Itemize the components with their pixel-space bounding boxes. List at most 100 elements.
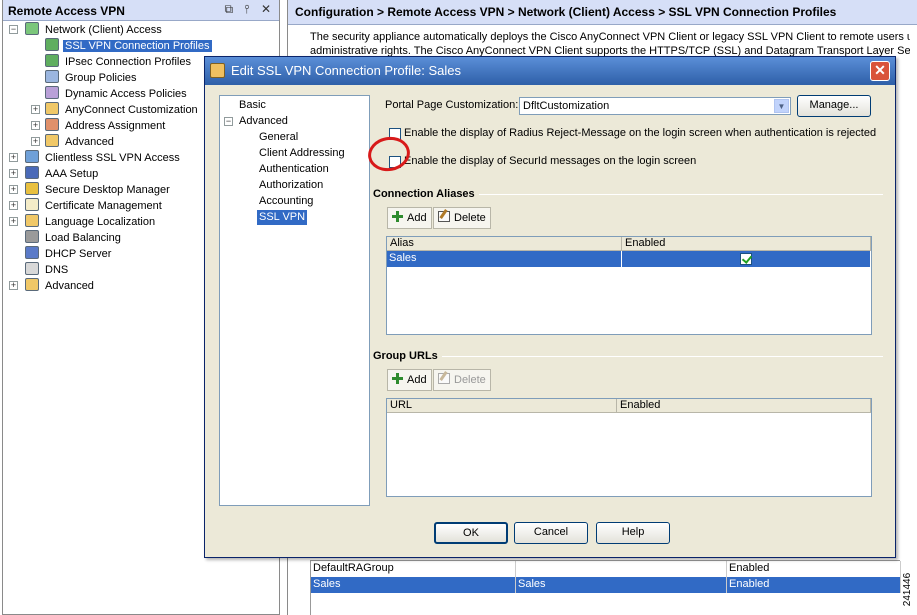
add-icon bbox=[392, 211, 403, 222]
dynamic-access-icon bbox=[45, 86, 59, 99]
delete-url-label: Delete bbox=[454, 374, 486, 386]
nav-item-advanced-client[interactable]: Advanced bbox=[45, 134, 116, 150]
chevron-down-icon[interactable]: ▼ bbox=[774, 99, 789, 113]
expand-advanced-client[interactable]: + bbox=[31, 137, 40, 146]
close-icon[interactable]: ✕ bbox=[261, 2, 271, 16]
column-header-url[interactable]: URL bbox=[387, 399, 617, 413]
dialog-nav-ssl-vpn[interactable]: SSL VPN bbox=[257, 210, 308, 225]
expand-clientless-ssl-vpn[interactable]: + bbox=[9, 153, 18, 162]
nav-item-ipsec-connection-profiles[interactable]: IPsec Connection Profiles bbox=[45, 54, 193, 70]
nav-item-advanced[interactable]: Advanced bbox=[25, 278, 96, 294]
language-icon bbox=[25, 214, 39, 227]
nav-item-language-localization[interactable]: Language Localization bbox=[25, 214, 157, 230]
radius-reject-checkbox-label: Enable the display of Radius Reject-Mess… bbox=[404, 127, 877, 139]
lock-icon bbox=[25, 182, 39, 195]
cancel-button[interactable]: Cancel bbox=[514, 522, 588, 544]
page-description: The security appliance automatically dep… bbox=[310, 30, 910, 58]
nav-item-address-assignment[interactable]: Address Assignment bbox=[45, 118, 167, 134]
portal-customization-value: DfltCustomization bbox=[523, 100, 610, 112]
nav-item-ssl-vpn-connection-profiles[interactable]: SSL VPN Connection Profiles bbox=[45, 38, 212, 54]
column-header-alias[interactable]: Alias bbox=[387, 237, 622, 251]
securid-checkbox-label: Enable the display of SecurId messages o… bbox=[404, 155, 697, 167]
advanced-icon bbox=[45, 134, 59, 147]
nav-item-secure-desktop-manager[interactable]: Secure Desktop Manager bbox=[25, 182, 172, 198]
restore-icon[interactable]: ⧉ bbox=[224, 2, 233, 16]
enabled-checkbox[interactable] bbox=[740, 253, 752, 265]
group-urls-table: URL Enabled bbox=[386, 398, 872, 497]
expand-language-localization[interactable]: + bbox=[9, 217, 18, 226]
portal-customization-select[interactable]: DfltCustomization ▼ bbox=[519, 97, 791, 115]
connection-profiles-table: DefaultRAGroup Enabled Sales Sales Enabl… bbox=[310, 560, 901, 615]
nav-item-dhcp-server[interactable]: DHCP Server bbox=[25, 246, 113, 262]
expand-aaa-setup[interactable]: + bbox=[9, 169, 18, 178]
network-access-icon bbox=[25, 22, 39, 35]
dialog-titlebar[interactable]: Edit SSL VPN Connection Profile: Sales ✕ bbox=[205, 57, 895, 85]
nav-item-load-balancing[interactable]: Load Balancing bbox=[25, 230, 123, 246]
dialog-nav-client-addressing[interactable]: Client Addressing bbox=[257, 146, 347, 161]
nav-item-dns[interactable]: DNS bbox=[25, 262, 70, 278]
add-url-button[interactable]: Add bbox=[387, 369, 432, 391]
address-assignment-icon bbox=[45, 118, 59, 131]
help-button[interactable]: Help bbox=[596, 522, 670, 544]
dhcp-icon bbox=[25, 246, 39, 259]
manage-button[interactable]: Manage... bbox=[797, 95, 871, 117]
profile-name-cell: Sales bbox=[311, 577, 516, 593]
dialog-app-icon bbox=[210, 63, 225, 78]
table-row[interactable]: Sales Sales Enabled bbox=[311, 577, 901, 593]
nav-item-dynamic-access-policies[interactable]: Dynamic Access Policies bbox=[45, 86, 189, 102]
profile-enabled-cell: Enabled bbox=[727, 561, 901, 577]
collapse-advanced[interactable]: − bbox=[224, 117, 233, 126]
add-alias-label: Add bbox=[407, 212, 427, 224]
group-divider bbox=[441, 356, 883, 357]
delete-url-button[interactable]: Delete bbox=[433, 369, 491, 391]
add-url-label: Add bbox=[407, 374, 427, 386]
aaa-icon bbox=[25, 166, 39, 179]
edit-connection-profile-dialog: Edit SSL VPN Connection Profile: Sales ✕… bbox=[204, 56, 896, 558]
column-header-enabled[interactable]: Enabled bbox=[617, 399, 871, 413]
profile-name-cell: DefaultRAGroup bbox=[311, 561, 516, 577]
nav-item-network-client-access[interactable]: Network (Client) Access bbox=[25, 22, 164, 38]
clientless-icon bbox=[25, 150, 39, 163]
nav-item-group-policies[interactable]: Group Policies bbox=[45, 70, 139, 86]
add-alias-button[interactable]: Add bbox=[387, 207, 432, 229]
dialog-nav-authorization[interactable]: Authorization bbox=[257, 178, 325, 193]
dialog-nav-advanced[interactable]: Advanced bbox=[237, 114, 290, 129]
expand-certificate-management[interactable]: + bbox=[9, 201, 18, 210]
figure-number: 241446 bbox=[902, 570, 915, 610]
dns-icon bbox=[25, 262, 39, 275]
delete-alias-label: Delete bbox=[454, 212, 486, 224]
dialog-nav-authentication[interactable]: Authentication bbox=[257, 162, 331, 177]
figure-number-label: 241446 bbox=[902, 572, 914, 607]
profile-aliases-cell bbox=[516, 561, 727, 577]
certificate-icon bbox=[25, 198, 39, 211]
portal-customization-label: Portal Page Customization: bbox=[385, 99, 519, 111]
table-row[interactable]: DefaultRAGroup Enabled bbox=[311, 561, 901, 577]
profile-enabled-cell: Enabled bbox=[727, 577, 901, 593]
delete-alias-button[interactable]: Delete bbox=[433, 207, 491, 229]
dialog-navigation-tree: Basic − Advanced General Client Addressi… bbox=[219, 95, 370, 506]
nav-item-aaa-setup[interactable]: AAA Setup bbox=[25, 166, 100, 182]
table-row[interactable]: Sales bbox=[387, 251, 871, 267]
connection-profiles-icon bbox=[45, 54, 59, 67]
dialog-nav-accounting[interactable]: Accounting bbox=[257, 194, 315, 209]
connection-aliases-table: Alias Enabled Sales bbox=[386, 236, 872, 335]
close-icon[interactable]: ✕ bbox=[870, 61, 890, 81]
advanced-icon bbox=[25, 278, 39, 291]
add-icon bbox=[392, 373, 403, 384]
ok-button[interactable]: OK bbox=[434, 522, 508, 544]
pin-icon[interactable]: ⫯ bbox=[244, 2, 249, 16]
collapse-network-access[interactable]: − bbox=[9, 25, 18, 34]
expand-address-assignment[interactable]: + bbox=[31, 121, 40, 130]
description-line: The security appliance automatically dep… bbox=[310, 31, 910, 43]
expand-secure-desktop-manager[interactable]: + bbox=[9, 185, 18, 194]
dialog-title: Edit SSL VPN Connection Profile: Sales bbox=[231, 63, 462, 78]
expand-anyconnect-customization[interactable]: + bbox=[31, 105, 40, 114]
nav-item-anyconnect-customization[interactable]: AnyConnect Customization bbox=[45, 102, 200, 118]
group-policies-icon bbox=[45, 70, 59, 83]
column-header-enabled[interactable]: Enabled bbox=[622, 237, 871, 251]
nav-item-certificate-management[interactable]: Certificate Management bbox=[25, 198, 164, 214]
expand-advanced[interactable]: + bbox=[9, 281, 18, 290]
nav-item-clientless-ssl-vpn-access[interactable]: Clientless SSL VPN Access bbox=[25, 150, 182, 166]
dialog-nav-general[interactable]: General bbox=[257, 130, 300, 145]
dialog-nav-basic[interactable]: Basic bbox=[237, 98, 268, 113]
